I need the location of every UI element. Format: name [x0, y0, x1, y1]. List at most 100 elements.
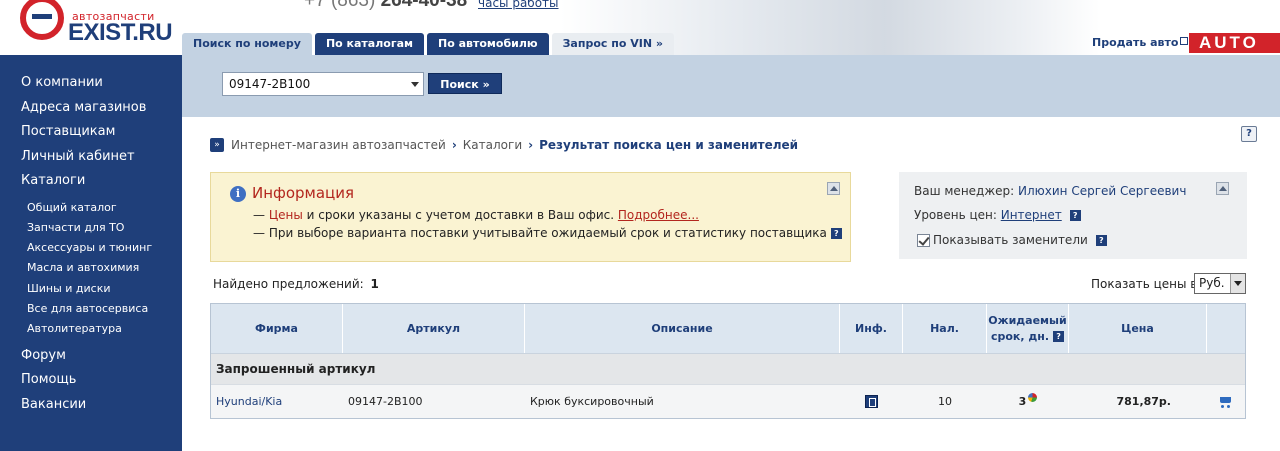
- breadcrumb-item-shop[interactable]: Интернет-магазин автозапчастей: [231, 138, 446, 152]
- help-icon[interactable]: ?: [1095, 234, 1107, 246]
- show-replacements-checkbox[interactable]: [917, 233, 930, 247]
- info-prices-text: и сроки указаны с учетом доставки в Ваш …: [302, 208, 618, 222]
- group-row-requested: Запрошенный артикул: [211, 353, 1245, 384]
- sell-auto-link[interactable]: Продать авто: [1092, 36, 1189, 49]
- currency-label: Показать цены в: [1091, 277, 1198, 291]
- help-icon[interactable]: ?: [1069, 210, 1081, 221]
- sidebar: О компании Адреса магазинов Поставщикам …: [0, 55, 182, 451]
- results-table: Фирма Артикул Описание Инф. Нал. Ожидаем…: [210, 303, 1246, 419]
- info-delivery-text: — При выборе варианта поставки учитывайт…: [253, 226, 827, 240]
- column-header-brand[interactable]: Фирма: [211, 304, 343, 353]
- search-tabs: Поиск по номеру По каталогам По автомоби…: [182, 33, 677, 55]
- collapse-icon[interactable]: [827, 182, 840, 195]
- expected-days-line2-text: срок, дн.: [990, 329, 1050, 343]
- sidebar-subitem-general-catalog[interactable]: Общий каталог: [0, 198, 182, 218]
- sidebar-subitem-accessories[interactable]: Аксессуары и тюнинг: [0, 238, 182, 258]
- help-icon[interactable]: ?: [1053, 330, 1065, 342]
- sidebar-item-help[interactable]: Помощь: [0, 368, 182, 393]
- info-title: Информация: [252, 184, 355, 202]
- sidebar-subitem-maintenance-parts[interactable]: Запчасти для ТО: [0, 218, 182, 238]
- manager-box: Ваш менеджер: Илюхин Сергей Сергеевич Ур…: [899, 172, 1247, 259]
- found-number: 1: [370, 277, 379, 291]
- manager-name[interactable]: Илюхин Сергей Сергеевич: [1018, 184, 1186, 198]
- column-header-description[interactable]: Описание: [525, 304, 840, 353]
- auto-logo[interactable]: AUTO: [1189, 33, 1280, 53]
- expected-days-line1: Ожидаемый: [988, 313, 1067, 327]
- breadcrumb: » Интернет-магазин автозапчастей › Катал…: [210, 138, 798, 152]
- table-row: Hyundai/Kia 09147-2B100 Крюк буксировочн…: [211, 384, 1245, 418]
- cell-info: [840, 385, 903, 418]
- tab-catalogs[interactable]: По каталогам: [314, 33, 424, 55]
- breadcrumb-item-catalogs[interactable]: Каталоги: [463, 138, 522, 152]
- info-prices-word: Цены: [268, 208, 303, 222]
- table-header: Фирма Артикул Описание Инф. Нал. Ожидаем…: [211, 304, 1245, 353]
- sidebar-subitem-tires[interactable]: Шины и диски: [0, 279, 182, 299]
- info-line-prices: — Цены и сроки указаны с учетом доставки…: [253, 208, 699, 222]
- phone-number: 264-40-38: [380, 0, 468, 11]
- tab-by-car[interactable]: По автомобилю: [427, 33, 549, 55]
- info-line-delivery: — При выборе варианта поставки учитывайт…: [253, 226, 842, 240]
- column-header-stock[interactable]: Нал.: [903, 304, 987, 353]
- cell-cart: [1207, 385, 1245, 418]
- column-header-price[interactable]: Цена: [1069, 304, 1207, 353]
- currency-value: Руб.: [1199, 276, 1225, 290]
- search-button[interactable]: Поиск »: [428, 73, 502, 94]
- tab-search-by-number[interactable]: Поиск по номеру: [182, 33, 312, 55]
- sidebar-item-forum[interactable]: Форум: [0, 344, 182, 369]
- price-level-link[interactable]: Интернет: [1001, 208, 1062, 222]
- show-replacements-label[interactable]: Показывать заменители: [933, 233, 1088, 247]
- column-header-cart: [1207, 304, 1245, 353]
- found-count: Найдено предложений: 1: [213, 277, 379, 291]
- cell-description: Крюк буксировочный: [530, 395, 654, 408]
- sidebar-subitem-oils[interactable]: Масла и автохимия: [0, 258, 182, 278]
- info-box: i Информация — Цены и сроки указаны с уч…: [210, 172, 851, 262]
- sidebar-item-vacancies[interactable]: Вакансии: [0, 393, 182, 418]
- breadcrumb-separator: ›: [528, 138, 534, 152]
- help-icon[interactable]: ?: [830, 228, 842, 239]
- cell-price: 781,87р.: [1116, 395, 1171, 408]
- supplier-stats-pie-icon[interactable]: [1028, 393, 1038, 402]
- info-dash: —: [253, 208, 269, 222]
- chevron-down-icon: [411, 82, 419, 87]
- sidebar-subitem-service[interactable]: Все для автосервиса: [0, 299, 182, 319]
- info-icon[interactable]: [865, 395, 878, 408]
- header: автозапчасти EXIST.RU +7 (863) 264-40-38…: [0, 0, 1280, 55]
- currency-select[interactable]: Руб.: [1194, 273, 1246, 294]
- brand-link[interactable]: Hyundai/Kia: [216, 395, 282, 408]
- sidebar-item-account[interactable]: Личный кабинет: [0, 145, 182, 170]
- sell-auto-label: Продать авто: [1092, 36, 1179, 49]
- cart-icon[interactable]: [1218, 396, 1234, 408]
- column-header-article[interactable]: Артикул: [343, 304, 525, 353]
- found-label: Найдено предложений:: [213, 277, 364, 291]
- tab-vin-request[interactable]: Запрос по VIN »: [551, 33, 674, 55]
- chevron-down-icon: [1230, 274, 1245, 293]
- column-header-expected-days[interactable]: Ожидаемый срок, дн.?: [987, 304, 1069, 353]
- manager-line: Ваш менеджер: Илюхин Сергей Сергеевич: [914, 184, 1186, 198]
- column-header-info[interactable]: Инф.: [840, 304, 903, 353]
- phone-code: +7 (863): [304, 0, 376, 11]
- info-icon: i: [230, 186, 246, 202]
- info-more-link[interactable]: Подробнее...: [618, 208, 699, 222]
- cell-stock: 10: [938, 395, 952, 408]
- hours-link[interactable]: часы работы: [478, 0, 559, 10]
- breadcrumb-separator: ›: [451, 138, 457, 152]
- sidebar-item-catalogs[interactable]: Каталоги: [0, 169, 182, 194]
- help-icon[interactable]: ?: [1241, 126, 1257, 142]
- cell-brand: Hyundai/Kia: [211, 385, 343, 418]
- price-level-line: Уровень цен: Интернет?: [914, 208, 1081, 222]
- expected-days-value: 3: [1018, 395, 1027, 408]
- sidebar-item-stores[interactable]: Адреса магазинов: [0, 96, 182, 121]
- search-value: 09147-2B100: [229, 77, 311, 91]
- exist-logo[interactable]: автозапчасти EXIST.RU: [16, 0, 176, 50]
- manager-label: Ваш менеджер:: [914, 184, 1019, 198]
- search-input[interactable]: 09147-2B100: [222, 72, 424, 96]
- sidebar-subitem-literature[interactable]: Автолитература: [0, 319, 182, 339]
- expected-days-line2: срок, дн.?: [988, 329, 1066, 345]
- sidebar-item-about[interactable]: О компании: [0, 71, 182, 96]
- logo-e-icon: [20, 0, 64, 40]
- collapse-icon[interactable]: [1216, 182, 1229, 195]
- breadcrumb-home-icon[interactable]: »: [210, 138, 224, 152]
- external-link-icon: [1180, 37, 1189, 45]
- logo-text: EXIST.RU: [68, 19, 173, 46]
- sidebar-item-suppliers[interactable]: Поставщикам: [0, 120, 182, 145]
